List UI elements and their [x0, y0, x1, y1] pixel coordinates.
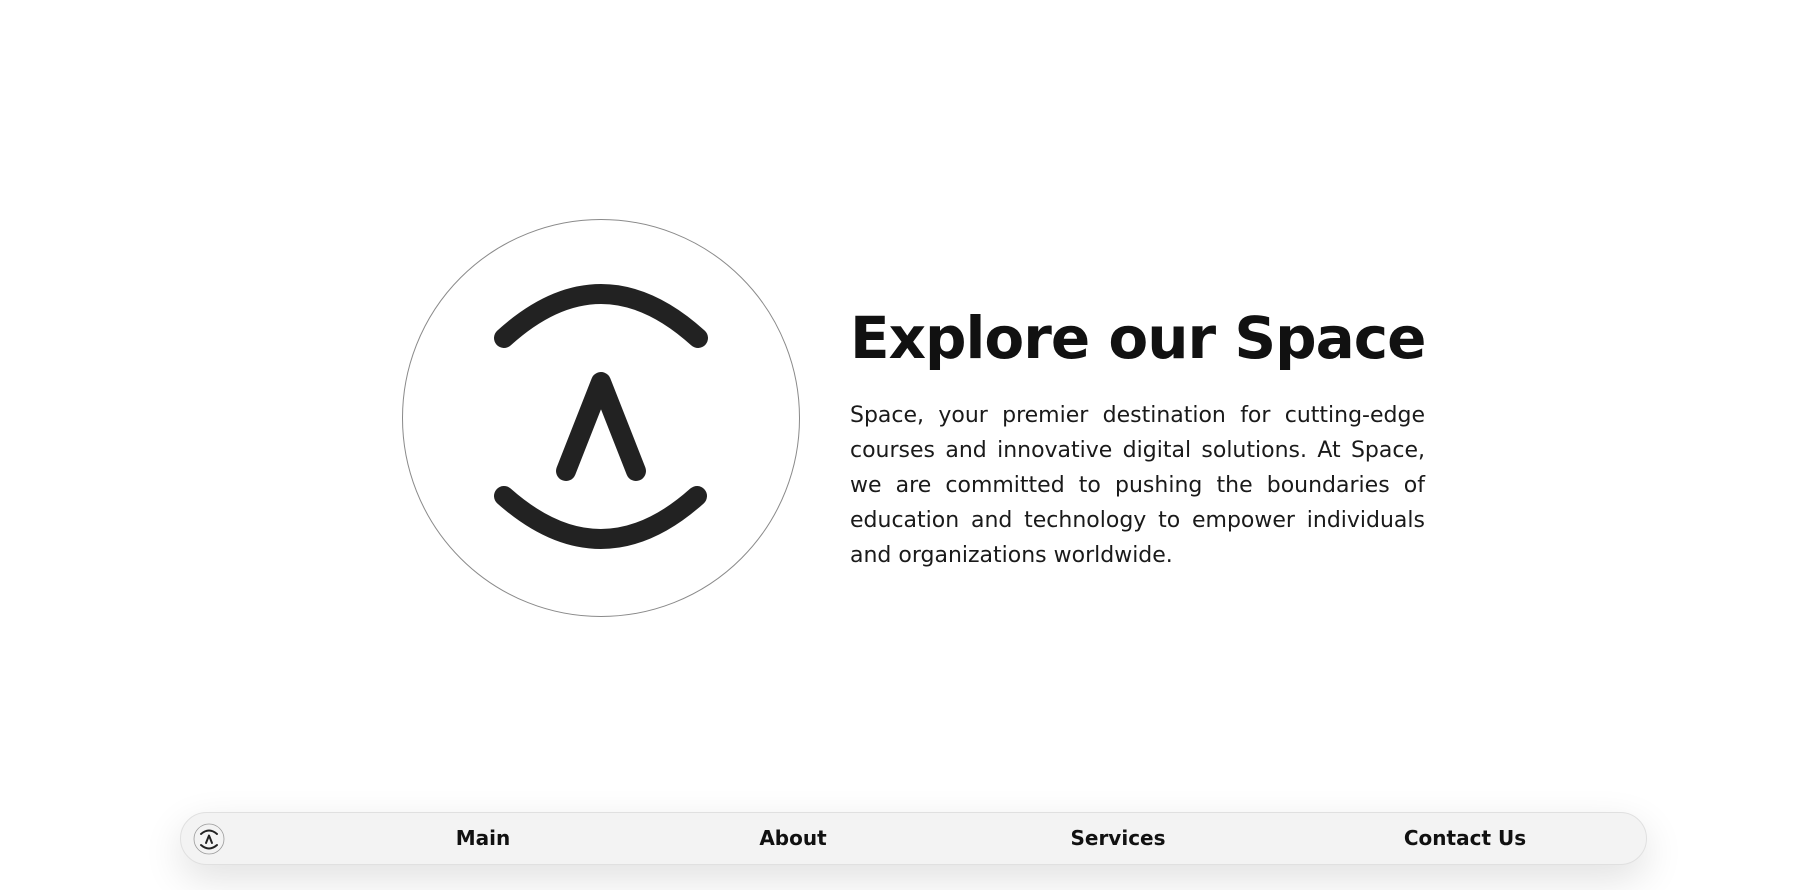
page: Explore our Space Space, your premier de… [0, 0, 1802, 890]
hero-description: Space, your premier destination for cutt… [850, 403, 1425, 568]
nav-link-main[interactable]: Main [456, 813, 511, 864]
space-logo-icon [494, 284, 708, 549]
hero-logo [402, 219, 800, 617]
hero-title: Explore our Space [850, 304, 1427, 372]
hero-text: Explore our Space Space, your premier de… [850, 300, 1427, 573]
nav-link-about[interactable]: About [759, 813, 826, 864]
space-logo-icon[interactable] [193, 823, 225, 855]
bottom-navbar: Main About Services Contact Us [180, 812, 1647, 865]
nav-link-contact-us[interactable]: Contact Us [1404, 813, 1526, 864]
nav-link-services[interactable]: Services [1070, 813, 1165, 864]
